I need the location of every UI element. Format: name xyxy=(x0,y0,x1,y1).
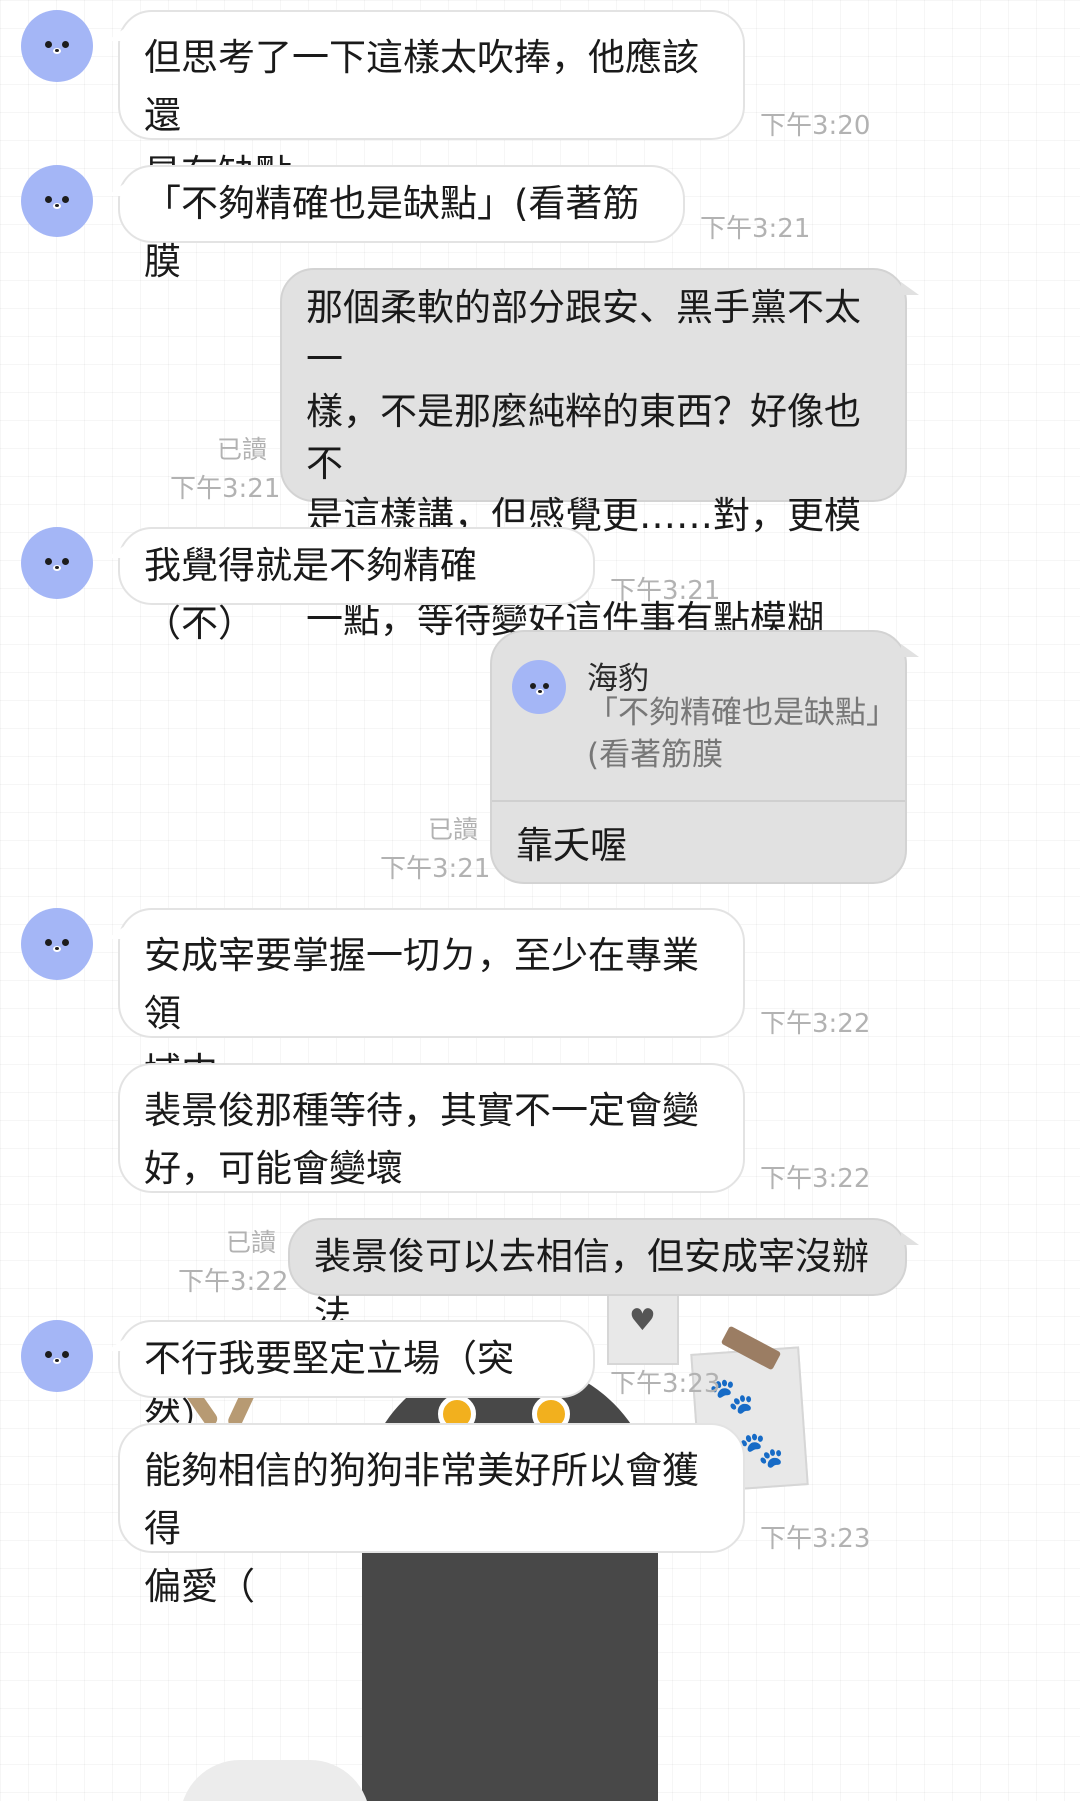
contact-avatar[interactable] xyxy=(21,10,93,82)
message-time: 下午3:22 xyxy=(760,1164,871,1194)
contact-avatar[interactable] xyxy=(21,165,93,237)
bubble-tail xyxy=(901,1232,919,1245)
message-bubble-incoming[interactable]: 不行我要堅定立場（突然） xyxy=(107,1320,595,1438)
message-bubble-incoming[interactable]: 「不夠精確也是缺點」(看著筋膜 xyxy=(107,165,685,283)
avatar-eye xyxy=(62,1351,69,1358)
message-time: 下午3:20 xyxy=(760,111,871,141)
bubble-tail xyxy=(107,28,125,41)
message-time: 下午3:21 xyxy=(700,214,811,244)
message-bubble-outgoing[interactable]: 裴景俊可以去相信，但安成宰沒辦法 xyxy=(288,1218,919,1336)
message-time: 下午3:21 xyxy=(610,576,721,606)
read-receipt: 已讀 xyxy=(428,815,479,844)
message-bubble-incoming[interactable]: 我覺得就是不夠精確（不） xyxy=(107,527,595,645)
reply-divider xyxy=(492,800,905,802)
message-text: 裴景俊那種等待，其實不一定會變 好，可能會變壞 xyxy=(144,1089,699,1190)
message-bubble-incoming[interactable]: 能夠相信的狗狗非常美好所以會獲得 偏愛（ xyxy=(118,1423,745,1608)
sticker-white-dog xyxy=(180,1760,370,1801)
avatar-eye xyxy=(62,939,69,946)
message-time: 下午3:22 xyxy=(760,1009,871,1039)
avatar-eye xyxy=(45,41,52,48)
message-time: 下午3:21 xyxy=(380,854,491,884)
message-time: 下午3:21 xyxy=(170,474,281,504)
chat-area: ♥ 🐾 🐾 但思考了一下這樣太吹捧，他應該還 是有缺點 下午3:20 「不夠精確… xyxy=(0,0,940,1801)
contact-avatar[interactable] xyxy=(21,527,93,599)
seal-avatar-icon xyxy=(536,689,544,695)
bubble-tail xyxy=(107,545,125,558)
bubble-tail xyxy=(107,183,125,196)
message-time: 下午3:23 xyxy=(610,1369,721,1399)
avatar-eye xyxy=(62,41,69,48)
seal-avatar-icon xyxy=(53,48,61,54)
avatar-eye xyxy=(45,558,52,565)
quoted-avatar xyxy=(512,660,566,714)
message-time: 下午3:22 xyxy=(178,1267,289,1297)
avatar-eye xyxy=(45,939,52,946)
seal-avatar-icon xyxy=(53,1358,61,1364)
bubble-tail xyxy=(901,644,919,657)
avatar-eye xyxy=(543,683,549,689)
message-text: 能夠相信的狗狗非常美好所以會獲得 偏愛（ xyxy=(144,1449,699,1608)
bubble-tail xyxy=(107,926,125,939)
message-bubble-incoming[interactable]: 安成宰要掌握一切ㄉ，至少在專業領 域中 xyxy=(107,908,745,1093)
avatar-eye xyxy=(62,196,69,203)
message-time: 下午3:23 xyxy=(760,1524,871,1554)
avatar-eye xyxy=(62,558,69,565)
avatar-eye xyxy=(530,683,536,689)
avatar-eye xyxy=(45,1351,52,1358)
seal-avatar-icon xyxy=(53,203,61,209)
message-text: 靠夭喔 xyxy=(516,824,627,867)
read-receipt: 已讀 xyxy=(226,1228,277,1257)
message-bubble-outgoing[interactable]: 那個柔軟的部分跟安、黑手黨不太一 樣，不是那麼純粹的東西？好像也不 是這樣講，但… xyxy=(280,268,919,641)
bubble-tail xyxy=(107,1338,125,1351)
message-bubble-incoming[interactable]: 但思考了一下這樣太吹捧，他應該還 是有缺點 xyxy=(107,10,745,195)
read-receipt: 已讀 xyxy=(217,435,268,464)
message-bubble-reply[interactable]: 海豹 「不夠精確也是缺點」 (看著筋膜 靠夭喔 xyxy=(490,630,919,884)
bubble-tail xyxy=(901,282,919,295)
quoted-message-text: 「不夠精確也是缺點」 (看著筋膜 xyxy=(587,695,897,773)
seal-avatar-icon xyxy=(53,565,61,571)
avatar-eye xyxy=(45,196,52,203)
contact-avatar[interactable] xyxy=(21,1320,93,1392)
seal-avatar-icon xyxy=(53,946,61,952)
contact-avatar[interactable] xyxy=(21,908,93,980)
message-bubble-incoming[interactable]: 裴景俊那種等待，其實不一定會變 好，可能會變壞 xyxy=(118,1063,745,1193)
